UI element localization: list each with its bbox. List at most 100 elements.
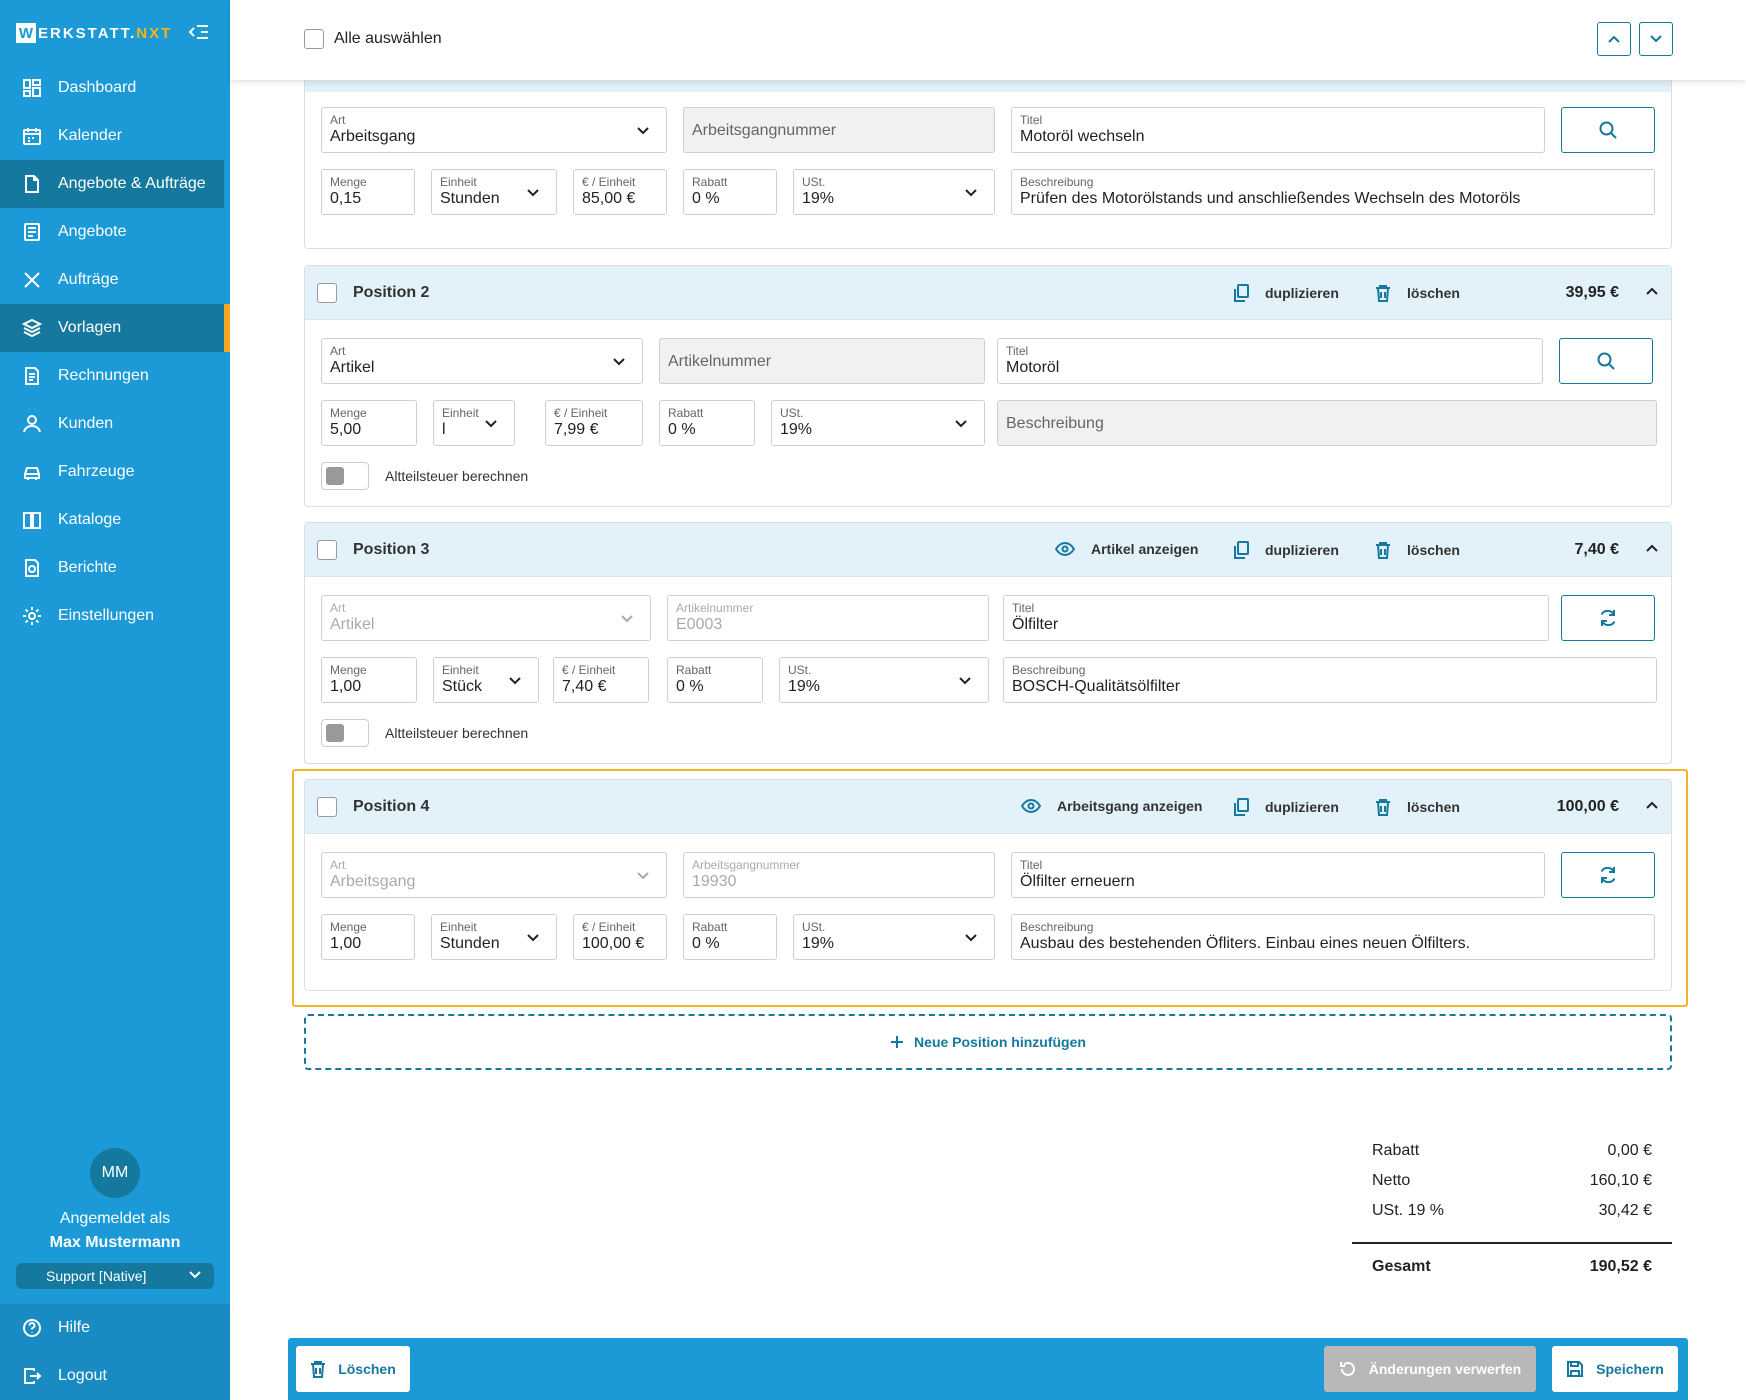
support-select[interactable]: Support [Native] — [16, 1263, 214, 1289]
beschreibung-input[interactable]: Beschreibung Prüfen des Motorölstands un… — [1011, 169, 1655, 215]
add-position-button[interactable]: Neue Position hinzufügen — [304, 1014, 1672, 1070]
rabatt-input[interactable]: Rabatt 0 % — [683, 169, 777, 215]
refresh-button[interactable] — [1561, 852, 1655, 898]
ust-select[interactable]: USt. 19% — [779, 657, 989, 703]
search-button[interactable] — [1561, 107, 1655, 153]
art-select[interactable]: Art Arbeitsgang — [321, 107, 667, 153]
sidebar-item-label: Hilfe — [58, 1319, 91, 1336]
rabatt-input[interactable]: Rabatt 0 % — [659, 400, 755, 446]
position-header[interactable]: Position 3 Artikel anzeigen duplizieren … — [305, 523, 1671, 577]
beschreibung-input[interactable]: Beschreibung — [997, 400, 1657, 446]
einheit-select[interactable]: Einheit Stunden — [431, 914, 557, 960]
field-value: 7,40 € — [562, 678, 607, 695]
duplicate-button[interactable]: duplizieren — [1233, 284, 1339, 302]
art-select[interactable]: Art Artikel — [321, 338, 643, 384]
sidebar-item-dashboard[interactable]: Dashboard — [0, 64, 230, 112]
delete-position-button[interactable]: löschen — [1375, 541, 1460, 559]
delete-position-button[interactable]: löschen — [1375, 798, 1460, 816]
move-down-button[interactable] — [1639, 22, 1673, 56]
titel-input[interactable]: Titel Ölfilter — [1003, 595, 1549, 641]
rabatt-input[interactable]: Rabatt 0 % — [683, 914, 777, 960]
preis-input[interactable]: € / Einheit 85,00 € — [573, 169, 667, 215]
altteilsteuer-toggle[interactable] — [321, 462, 369, 490]
chevron-down-icon — [485, 420, 497, 428]
select-all-checkbox[interactable] — [304, 29, 324, 49]
field-placeholder: Artikelnummer — [668, 353, 772, 370]
move-up-button[interactable] — [1597, 22, 1631, 56]
preis-input[interactable]: € / Einheit 7,40 € — [553, 657, 649, 703]
sidebar-item-hilfe[interactable]: Hilfe — [0, 1304, 230, 1352]
altteilsteuer-toggle[interactable] — [321, 719, 369, 747]
show-operation-label: Arbeitsgang anzeigen — [1057, 798, 1203, 814]
sidebar-item-angebote[interactable]: Angebote — [0, 208, 230, 256]
sidebar-item-kunden[interactable]: Kunden — [0, 400, 230, 448]
einheit-select[interactable]: Einheit l — [433, 400, 515, 446]
total-label: USt. 19 % — [1372, 1202, 1445, 1219]
arbeitsgangnummer-input[interactable]: Arbeitsgangnummer — [683, 107, 995, 153]
show-operation-button[interactable]: Arbeitsgang anzeigen — [1021, 798, 1202, 814]
totals: Rabatt 0,00 € Netto 160,10 € USt. 19 % 30,4… — [1352, 1136, 1672, 1290]
position-checkbox[interactable] — [317, 540, 337, 560]
sidebar-item-vorlagen[interactable]: Vorlagen — [0, 304, 230, 352]
position-checkbox[interactable] — [317, 797, 337, 817]
total-value: 0,00 € — [1607, 1142, 1652, 1159]
ust-select[interactable]: USt. 19% — [771, 400, 985, 446]
save-button[interactable]: Speichern — [1552, 1346, 1678, 1392]
discard-changes-button[interactable]: Änderungen verwerfen — [1324, 1346, 1536, 1392]
search-button[interactable] — [1559, 338, 1653, 384]
titel-input[interactable]: Titel Ölfilter erneuern — [1011, 852, 1545, 898]
chevron-up-icon[interactable] — [1645, 286, 1659, 296]
show-article-button[interactable]: Artikel anzeigen — [1055, 541, 1198, 557]
rabatt-input[interactable]: Rabatt 0 % — [667, 657, 763, 703]
beschreibung-input[interactable]: Beschreibung Ausbau des bestehenden Öfli… — [1011, 914, 1655, 960]
einheit-select[interactable]: Einheit Stunden — [431, 169, 557, 215]
chevron-up-icon[interactable] — [1645, 543, 1659, 553]
sidebar-item-label: Kataloge — [58, 511, 122, 528]
avatar[interactable]: MM — [90, 1148, 140, 1198]
position-card-4: Position 4 Arbeitsgang anzeigen duplizie… — [304, 779, 1672, 991]
sidebar-item-kalender[interactable]: Kalender — [0, 112, 230, 160]
refresh-button[interactable] — [1561, 595, 1655, 641]
sidebar-item-berichte[interactable]: Berichte — [0, 544, 230, 592]
menge-input[interactable]: Menge 1,00 — [321, 657, 417, 703]
sidebar-item-rechnungen[interactable]: Rechnungen — [0, 352, 230, 400]
position-checkbox[interactable] — [317, 283, 337, 303]
field-value: 0 % — [668, 421, 696, 438]
chevron-up-icon — [1608, 35, 1620, 43]
preis-input[interactable]: € / Einheit 7,99 € — [545, 400, 643, 446]
trash-icon — [1376, 542, 1390, 559]
field-label: Einheit — [440, 175, 477, 189]
undo-icon — [1339, 1361, 1355, 1376]
app-logo[interactable]: W ERKSTATT. NXT — [16, 22, 172, 44]
preis-input[interactable]: € / Einheit 100,00 € — [573, 914, 667, 960]
sidebar-item-angebote-auftraege[interactable]: Angebote & Aufträge — [0, 160, 224, 208]
ust-select[interactable]: USt. 19% — [793, 169, 995, 215]
duplicate-button[interactable]: duplizieren — [1233, 541, 1339, 559]
sidebar-item-kataloge[interactable]: Kataloge — [0, 496, 230, 544]
position-header[interactable]: Position 4 Arbeitsgang anzeigen duplizie… — [305, 780, 1671, 834]
chevron-up-icon[interactable] — [1645, 800, 1659, 810]
menge-input[interactable]: Menge 0,15 — [321, 169, 415, 215]
sidebar-item-einstellungen[interactable]: Einstellungen — [0, 592, 230, 640]
select-all[interactable]: Alle auswählen — [304, 29, 442, 49]
artikelnummer-input[interactable]: Artikelnummer — [659, 338, 985, 384]
menge-input[interactable]: Menge 1,00 — [321, 914, 415, 960]
position-header[interactable]: Position 2 duplizieren löschen 39,95 € — [305, 266, 1671, 320]
car-icon — [24, 467, 40, 480]
sidebar-item-fahrzeuge[interactable]: Fahrzeuge — [0, 448, 230, 496]
delete-button[interactable]: Löschen — [296, 1346, 410, 1392]
sidebar-nav: Dashboard Kalender Angebote & Aufträge A… — [0, 64, 230, 640]
ust-select[interactable]: USt. 19% — [793, 914, 995, 960]
duplicate-button[interactable]: duplizieren — [1233, 798, 1339, 816]
delete-position-button[interactable]: löschen — [1375, 284, 1460, 302]
einheit-select[interactable]: Einheit Stück — [433, 657, 539, 703]
menge-input[interactable]: Menge 5,00 — [321, 400, 417, 446]
position-title: Position 2 — [353, 284, 430, 301]
collapse-sidebar-icon[interactable] — [188, 22, 210, 42]
sidebar-item-auftraege[interactable]: Aufträge — [0, 256, 230, 304]
titel-input[interactable]: Titel Motoröl wechseln — [1011, 107, 1545, 153]
beschreibung-input[interactable]: Beschreibung BOSCH-Qualitätsölfilter — [1003, 657, 1657, 703]
sidebar-item-logout[interactable]: Logout — [0, 1352, 230, 1400]
field-value: Arbeitsgang — [330, 873, 416, 890]
titel-input[interactable]: Titel Motoröl — [997, 338, 1543, 384]
